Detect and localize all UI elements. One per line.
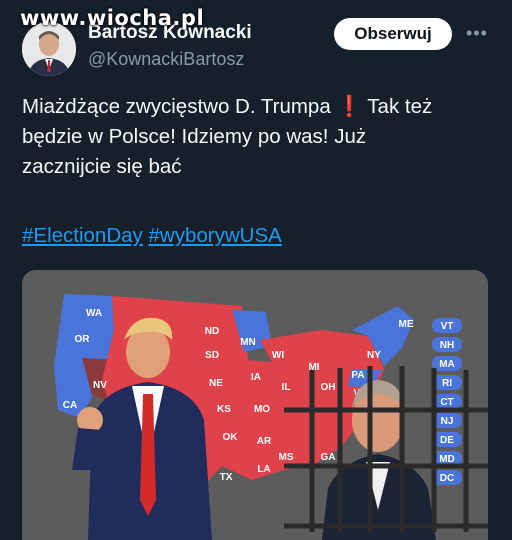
site-watermark: www.wiocha.pl	[20, 6, 205, 30]
svg-text:MD: MD	[439, 454, 455, 465]
svg-text:ME: ME	[399, 319, 414, 330]
follow-button[interactable]: Obserwuj	[334, 18, 452, 50]
svg-text:OH: OH	[321, 382, 336, 393]
svg-text:NY: NY	[367, 350, 381, 361]
svg-text:WI: WI	[272, 350, 284, 361]
svg-text:TX: TX	[220, 472, 233, 483]
tweet-text: Miażdżące zwycięstwo D. Trumpa ❗ Tak też…	[22, 92, 492, 182]
svg-text:CT: CT	[440, 397, 453, 408]
svg-text:DE: DE	[440, 435, 454, 446]
tweet-line-1: Miażdżące zwycięstwo D. Trumpa ❗ Tak też	[22, 95, 433, 118]
svg-text:GA: GA	[321, 452, 336, 463]
svg-text:OK: OK	[223, 432, 239, 443]
more-horizontal-icon[interactable]: •••	[462, 18, 492, 48]
svg-text:IL: IL	[282, 382, 291, 393]
election-map-image: VT NH MA RI CT NJ DE MD DC WA OR CA NV N…	[22, 270, 488, 540]
svg-text:DC: DC	[440, 473, 454, 484]
svg-text:IA: IA	[251, 372, 261, 383]
svg-text:NV: NV	[93, 380, 107, 391]
hashtag-row: #ElectionDay #wyborywUSA	[22, 224, 282, 248]
avatar[interactable]	[22, 22, 76, 76]
svg-text:PA: PA	[351, 370, 364, 381]
svg-text:SD: SD	[205, 350, 219, 361]
tweet-line-3: zacznijcie się bać	[22, 155, 182, 178]
svg-text:MA: MA	[439, 359, 455, 370]
author-handle[interactable]: @KownackiBartosz	[88, 49, 244, 70]
tweet-image[interactable]: VT NH MA RI CT NJ DE MD DC WA OR CA NV N…	[22, 270, 488, 540]
svg-text:VT: VT	[441, 321, 454, 332]
hashtag-wybory-usa[interactable]: #wyborywUSA	[149, 224, 282, 247]
red-exclamation-icon: ❗	[336, 95, 362, 118]
tweet-line-2: będzie w Polsce! Idziemy po was! Już	[22, 125, 367, 148]
svg-text:MO: MO	[254, 404, 270, 415]
svg-text:CA: CA	[63, 400, 77, 411]
svg-text:NJ: NJ	[441, 416, 454, 427]
svg-text:MN: MN	[240, 337, 256, 348]
svg-text:RI: RI	[442, 378, 452, 389]
svg-text:LA: LA	[257, 464, 270, 475]
svg-text:OR: OR	[75, 334, 91, 345]
svg-text:ND: ND	[205, 326, 219, 337]
hashtag-election-day[interactable]: #ElectionDay	[22, 224, 143, 247]
svg-text:AR: AR	[257, 436, 272, 447]
svg-text:MS: MS	[279, 452, 294, 463]
svg-text:NE: NE	[209, 378, 223, 389]
svg-text:WA: WA	[86, 308, 102, 319]
svg-text:NH: NH	[440, 340, 454, 351]
svg-text:KS: KS	[217, 404, 231, 415]
